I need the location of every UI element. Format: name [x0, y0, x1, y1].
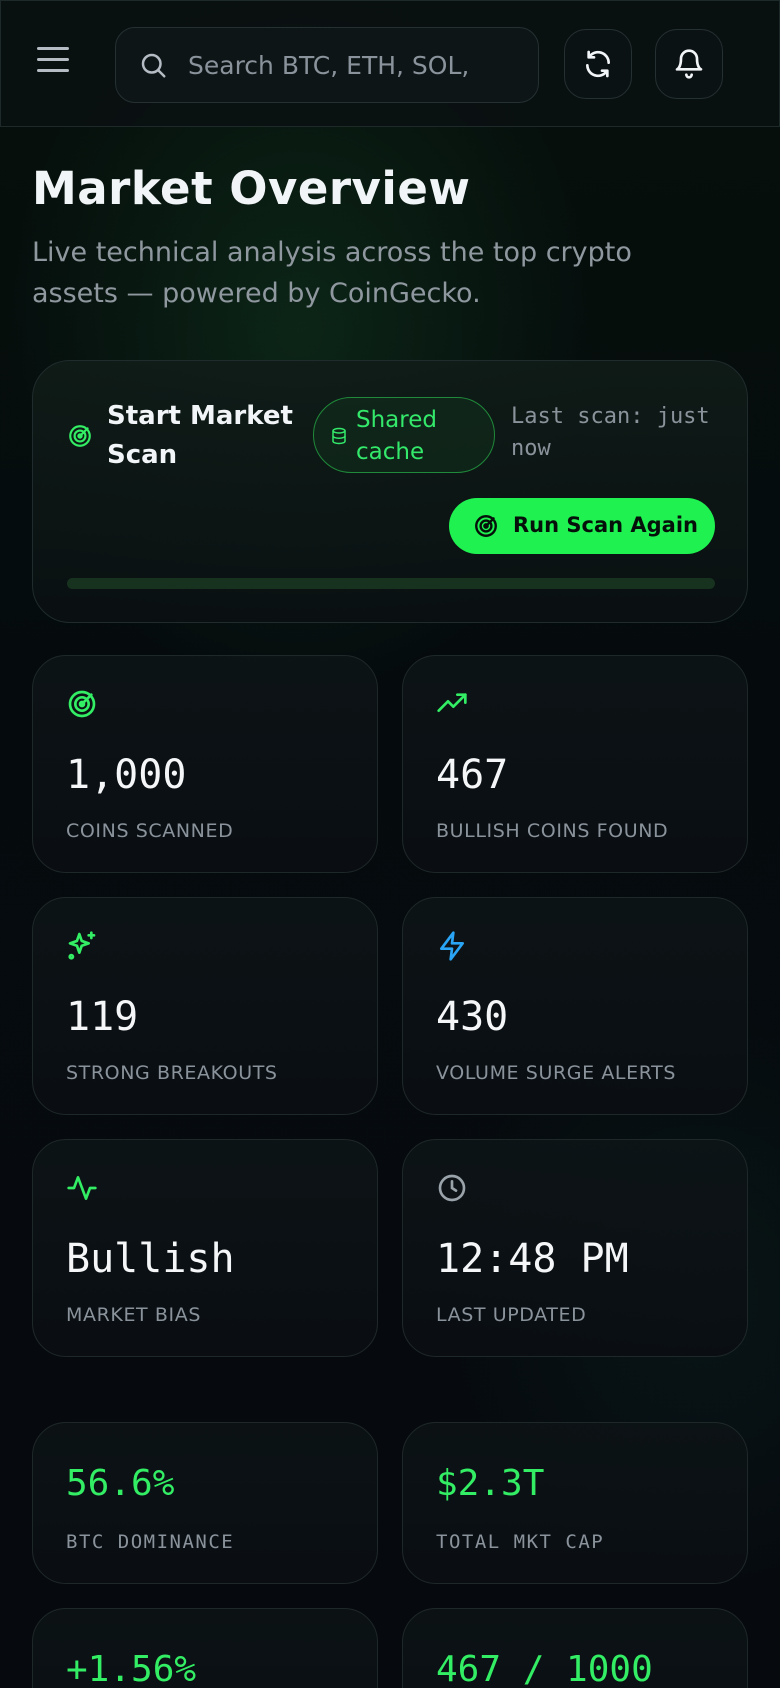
radar-icon: [69, 425, 91, 447]
refresh-button[interactable]: [564, 29, 632, 99]
metric-card-bullish-ratio: 467 / 1000: [402, 1608, 748, 1688]
stat-label: LAST UPDATED: [436, 1304, 587, 1326]
run-scan-label: Run Scan Again: [513, 513, 698, 537]
cache-badge: Shared cache: [313, 397, 495, 473]
stat-value: 12:48 PM: [436, 1236, 629, 1282]
clock-icon: [438, 1174, 466, 1202]
metric-label: TOTAL MKT CAP: [436, 1531, 605, 1553]
metric-card-total-mkt-cap: $2.3T TOTAL MKT CAP: [402, 1422, 748, 1584]
stat-card-market-bias: Bullish MARKET BIAS: [32, 1139, 378, 1357]
scan-title: Start Market Scan: [107, 401, 293, 470]
refresh-icon: [586, 50, 610, 78]
search-box[interactable]: [115, 27, 539, 103]
stat-value: 430: [436, 994, 509, 1040]
sparkles-icon: [68, 931, 96, 960]
metric-value: $2.3T: [436, 1463, 545, 1504]
stat-label: STRONG BREAKOUTS: [66, 1062, 278, 1084]
run-scan-button[interactable]: Run Scan Again: [449, 498, 715, 554]
stat-label: VOLUME SURGE ALERTS: [436, 1062, 677, 1084]
activity-icon: [67, 1176, 97, 1200]
metric-value: 56.6%: [66, 1463, 175, 1504]
stat-label: BULLISH COINS FOUND: [436, 820, 669, 842]
top-bar: [0, 0, 780, 127]
metric-label: BTC DOMINANCE: [66, 1531, 235, 1553]
stat-label: MARKET BIAS: [66, 1304, 201, 1326]
metric-value: +1.56%: [66, 1649, 197, 1688]
stat-card-strong-breakouts: 119 STRONG BREAKOUTS: [32, 897, 378, 1115]
last-scan-status: Last scan: just now: [511, 404, 710, 461]
scan-card: Start Market Scan Shared cache Last scan…: [32, 360, 748, 623]
scan-progress-bar: [67, 578, 715, 589]
bell-icon: [675, 49, 703, 79]
metric-value: 467 / 1000: [436, 1649, 653, 1688]
cache-label: Shared cache: [356, 407, 437, 465]
stat-card-bullish-coins: 467 BULLISH COINS FOUND: [402, 655, 748, 873]
stat-value: 467: [436, 752, 509, 798]
stat-card-volume-surge: 430 VOLUME SURGE ALERTS: [402, 897, 748, 1115]
stat-value: 1,000: [66, 752, 187, 798]
notifications-button[interactable]: [655, 29, 723, 99]
page-subtitle: Live technical analysis across the top c…: [32, 237, 632, 309]
stat-card-last-updated: 12:48 PM LAST UPDATED: [402, 1139, 748, 1357]
trending-up-icon: [437, 693, 467, 712]
stat-value: Bullish: [66, 1236, 235, 1282]
zap-icon: [440, 931, 464, 961]
page-title: Market Overview: [32, 162, 471, 215]
search-icon: [141, 53, 166, 78]
radar-icon: [475, 515, 497, 537]
database-icon: [332, 427, 346, 445]
stat-label: COINS SCANNED: [66, 820, 234, 842]
menu-icon[interactable]: [37, 47, 71, 77]
metric-card-change: +1.56%: [32, 1608, 378, 1688]
stat-card-coins-scanned: 1,000 COINS SCANNED: [32, 655, 378, 873]
stat-value: 119: [66, 994, 139, 1040]
search-input[interactable]: [188, 44, 518, 86]
radar-icon: [68, 690, 96, 718]
metric-card-btc-dominance: 56.6% BTC DOMINANCE: [32, 1422, 378, 1584]
